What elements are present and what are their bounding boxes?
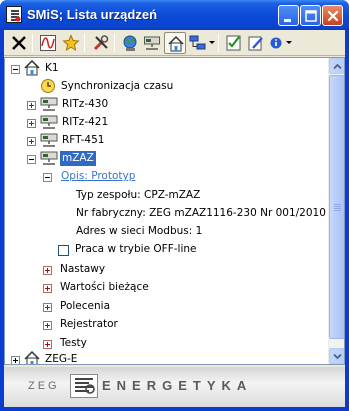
- chart-button[interactable]: [37, 32, 59, 54]
- delete-icon: [12, 36, 26, 50]
- home-icon: [168, 35, 184, 52]
- chart-icon: [40, 35, 56, 51]
- tree-node-recorder[interactable]: Rejestrator: [7, 316, 327, 334]
- app-window: SMiS; Lista urządzeń K1 Synchronizacja c…: [0, 0, 349, 411]
- tree-node-commands[interactable]: Polecenia: [7, 298, 327, 316]
- tree-label: RITz-430: [62, 98, 109, 110]
- tree-node-settings[interactable]: Nastawy: [7, 261, 327, 279]
- tree-label: Nr fabryczny: ZEG mZAZ1116-230 Nr 001/20…: [76, 207, 326, 219]
- expand-icon[interactable]: [43, 266, 52, 275]
- tools-button[interactable]: [90, 32, 112, 54]
- info-icon: [270, 37, 282, 49]
- tree-label: RFT-451: [62, 134, 105, 146]
- window-title: SMiS; Lista urządzeń: [27, 7, 158, 22]
- tree-node-mzaz[interactable]: mZAZ: [7, 150, 327, 168]
- chevron-up-icon: [333, 63, 342, 70]
- tree-node-offline-mode[interactable]: Praca w trybie OFF-line: [7, 241, 327, 259]
- device-icon: [40, 115, 58, 129]
- expand-icon[interactable]: [43, 284, 52, 293]
- vertical-scrollbar[interactable]: [328, 58, 344, 364]
- expand-icon[interactable]: [43, 303, 52, 312]
- tree-node-current-values[interactable]: Wartości bieżące: [7, 279, 327, 297]
- tree-label: Nastawy: [60, 263, 106, 275]
- tree-node-k1[interactable]: K1: [7, 60, 327, 78]
- device-icon: [40, 97, 58, 111]
- edit-button[interactable]: [245, 32, 267, 54]
- tree-node-modbus-address: Adres w sieci Modbus: 1: [7, 223, 327, 241]
- home-icon: [24, 351, 40, 364]
- brand-logo: [70, 374, 98, 398]
- tree-label: Wartości bieżące: [60, 281, 149, 293]
- tree-label: Synchronizacja czasu: [61, 80, 174, 92]
- expand-icon[interactable]: [27, 101, 36, 110]
- home-button[interactable]: [164, 32, 186, 54]
- minimize-button[interactable]: [278, 5, 299, 26]
- tree-node-unit-type: Typ zespołu: CPZ-mZAZ: [7, 187, 327, 205]
- tree-label: Praca w trybie OFF-line: [75, 243, 197, 255]
- tree-node-rft-451[interactable]: RFT-451: [7, 132, 327, 150]
- tree-label: Polecenia: [60, 300, 110, 312]
- minimize-icon: [284, 19, 291, 22]
- close-icon: [327, 10, 339, 22]
- device-icon: [144, 36, 160, 50]
- chevron-down-icon: [333, 353, 342, 360]
- tree-label: ZEG-E: [45, 353, 78, 365]
- tree-node-ritz-430[interactable]: RITz-430: [7, 96, 327, 114]
- collapse-icon[interactable]: [27, 155, 36, 164]
- tree-label-selected: mZAZ: [60, 151, 96, 166]
- expand-icon[interactable]: [11, 356, 20, 364]
- home-icon: [24, 60, 40, 76]
- edit-icon: [248, 36, 263, 51]
- app-icon[interactable]: [6, 6, 22, 23]
- hierarchy-dropdown-icon[interactable]: [209, 41, 215, 44]
- collapse-icon[interactable]: [11, 65, 20, 74]
- close-button[interactable]: [322, 5, 343, 26]
- tree-node-serial-number: Nr fabryczny: ZEG mZAZ1116-230 Nr 001/20…: [7, 205, 327, 223]
- tree-label: Adres w sieci Modbus: 1: [76, 225, 203, 237]
- delete-button[interactable]: [8, 32, 30, 54]
- collapse-icon[interactable]: [43, 173, 52, 182]
- expand-icon[interactable]: [27, 119, 36, 128]
- client-area: K1 Synchronizacja czasu RITz-430 RITz-42…: [4, 30, 345, 407]
- maximize-icon: [305, 10, 317, 22]
- tools-icon: [93, 35, 109, 51]
- toolbar: [4, 30, 345, 56]
- clock-icon: [41, 79, 55, 93]
- tree-label: Typ zespołu: CPZ-mZAZ: [76, 189, 201, 201]
- checklist-button[interactable]: [223, 32, 245, 54]
- network-button[interactable]: [119, 32, 141, 54]
- info-dropdown-icon[interactable]: [286, 41, 292, 44]
- expand-icon[interactable]: [27, 137, 36, 146]
- device-tree[interactable]: K1 Synchronizacja czasu RITz-430 RITz-42…: [4, 57, 345, 365]
- tree-label: Testy: [60, 337, 87, 349]
- favorite-button[interactable]: [60, 32, 82, 54]
- star-icon: [62, 34, 80, 52]
- expand-icon[interactable]: [43, 321, 52, 330]
- expand-icon[interactable]: [43, 340, 52, 349]
- title-bar[interactable]: SMiS; Lista urządzeń: [0, 0, 349, 30]
- brand-banner: ZEG ENERGETYKA: [4, 367, 345, 407]
- globe-icon: [123, 35, 137, 51]
- hierarchy-icon: [189, 35, 206, 50]
- scroll-down-button[interactable]: [329, 348, 344, 364]
- tree-node-time-sync[interactable]: Synchronizacja czasu: [7, 78, 327, 96]
- tree-node-ritz-421[interactable]: RITz-421: [7, 114, 327, 132]
- checklist-icon: [226, 35, 241, 51]
- tree-label: Rejestrator: [60, 318, 118, 330]
- brand-right-text: ENERGETYKA: [102, 378, 253, 393]
- hierarchy-button[interactable]: [187, 32, 209, 54]
- maximize-button[interactable]: [300, 5, 321, 26]
- tree-label: RITz-421: [62, 116, 109, 128]
- tree-node-zeg-e[interactable]: ZEG-E: [7, 351, 327, 365]
- description-link[interactable]: Opis: Prototyp: [61, 169, 135, 184]
- device-icon: [40, 151, 58, 165]
- device-button[interactable]: [141, 32, 163, 54]
- brand-left-text: ZEG: [28, 380, 60, 392]
- tree-node-description[interactable]: Opis: Prototyp: [7, 168, 327, 186]
- offline-mode-checkbox[interactable]: [58, 245, 69, 256]
- device-icon: [40, 133, 58, 147]
- tree-label: K1: [45, 62, 59, 74]
- scroll-thumb[interactable]: [329, 75, 344, 339]
- scroll-up-button[interactable]: [329, 58, 344, 74]
